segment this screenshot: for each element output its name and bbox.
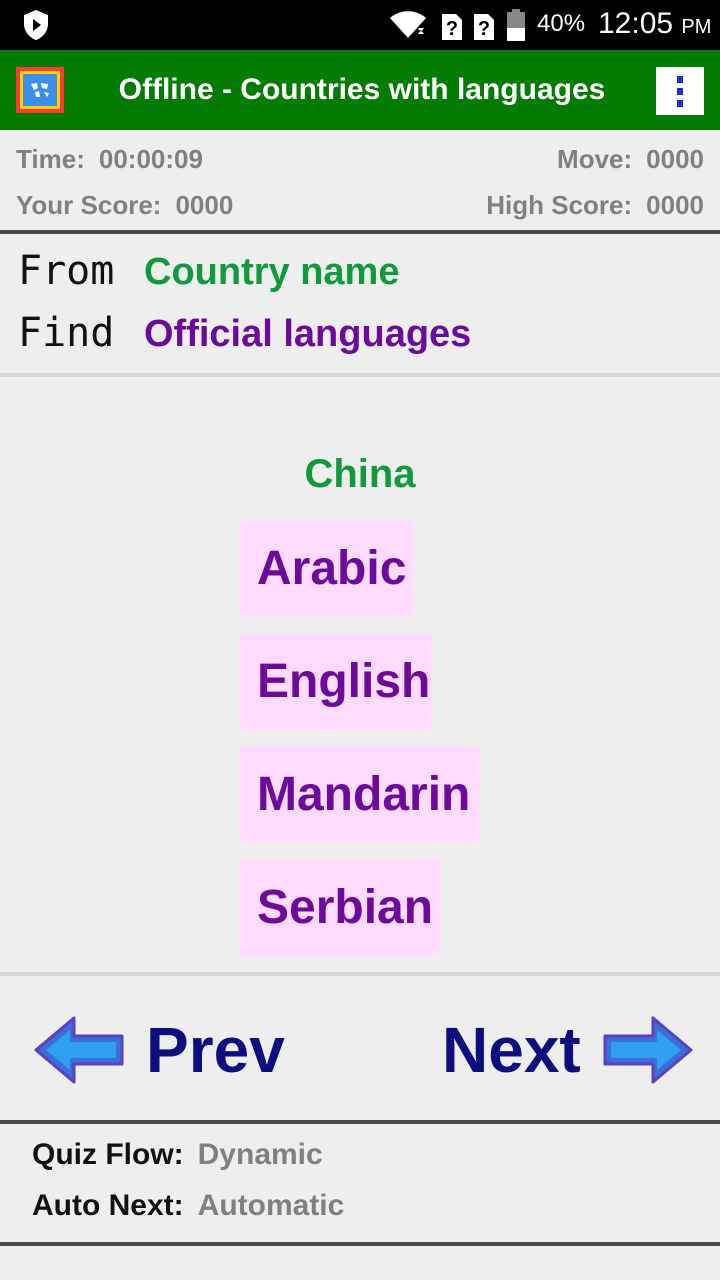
svg-text:?: ? xyxy=(478,18,490,40)
next-button[interactable]: Next xyxy=(442,1008,693,1092)
answer-option[interactable]: Mandarin xyxy=(240,747,479,843)
find-row: Find Official languages xyxy=(18,310,471,356)
time-stat: Time: 00:00:09 xyxy=(16,144,203,175)
clock-time: 12:05 xyxy=(598,7,674,40)
time-value: 00:00:09 xyxy=(98,144,203,174)
find-label: Find xyxy=(18,310,115,356)
arrow-left-icon xyxy=(34,1016,124,1084)
quiz-flow-label: Quiz Flow: xyxy=(32,1138,184,1171)
world-map-icon[interactable] xyxy=(16,67,64,113)
quiz-flow-setting[interactable]: Quiz Flow: Dynamic xyxy=(32,1138,323,1172)
wifi-icon xyxy=(390,11,426,38)
question-text: China xyxy=(304,452,416,496)
prev-button[interactable]: Prev xyxy=(34,1008,285,1092)
score-value: 0000 xyxy=(175,190,234,220)
auto-next-setting[interactable]: Auto Next: Automatic xyxy=(32,1189,344,1223)
globe-icon xyxy=(28,80,52,100)
menu-dot xyxy=(677,75,683,83)
move-value: 0000 xyxy=(646,144,704,174)
from-value: Country name xyxy=(144,251,400,293)
overflow-menu-icon[interactable] xyxy=(656,67,704,115)
high-score-stat: High Score: 0000 xyxy=(486,190,704,221)
time-label: Time: xyxy=(16,144,85,174)
prev-label: Prev xyxy=(146,1014,285,1086)
auto-next-label: Auto Next: xyxy=(32,1189,184,1222)
quiz-flow-value: Dynamic xyxy=(197,1138,323,1171)
menu-dot xyxy=(677,99,683,107)
from-label: From xyxy=(18,248,115,294)
stats-panel: Time: 00:00:09 Move: 0000 Your Score: 0000 … xyxy=(0,130,720,230)
divider xyxy=(0,1242,720,1246)
svg-text:?: ? xyxy=(446,18,458,40)
app-bar: Offline - Countries with languages xyxy=(0,50,720,130)
shield-icon xyxy=(24,10,48,40)
from-row: From Country name xyxy=(18,248,399,294)
score-stat: Your Score: 0000 xyxy=(16,190,233,221)
clock: 12:05 PM xyxy=(598,7,711,41)
divider xyxy=(0,373,720,377)
answer-option[interactable]: Serbian xyxy=(240,860,439,956)
high-score-label: High Score: xyxy=(486,190,633,220)
battery-percent: 40% xyxy=(537,10,586,37)
sim-unknown-icon: ? xyxy=(474,14,494,40)
score-label: Your Score: xyxy=(16,190,162,220)
find-value: Official languages xyxy=(144,313,472,355)
high-score-value: 0000 xyxy=(646,190,704,220)
battery-icon xyxy=(507,9,525,41)
auto-next-value: Automatic xyxy=(197,1189,345,1222)
status-bar: ? ? 40% 12:05 PM xyxy=(0,0,720,50)
divider xyxy=(0,230,720,234)
move-label: Move: xyxy=(557,144,633,174)
divider xyxy=(0,972,720,976)
move-stat: Move: 0000 xyxy=(557,144,704,175)
next-label: Next xyxy=(442,1014,581,1086)
clock-ampm: PM xyxy=(681,16,712,38)
answer-option[interactable]: Arabic xyxy=(240,521,413,617)
divider xyxy=(0,1120,720,1124)
arrow-right-icon xyxy=(603,1016,693,1084)
answer-option[interactable]: English xyxy=(240,634,432,730)
menu-dot xyxy=(677,87,683,95)
app-title: Offline - Countries with languages xyxy=(118,73,606,106)
sim-unknown-icon: ? xyxy=(442,14,462,40)
